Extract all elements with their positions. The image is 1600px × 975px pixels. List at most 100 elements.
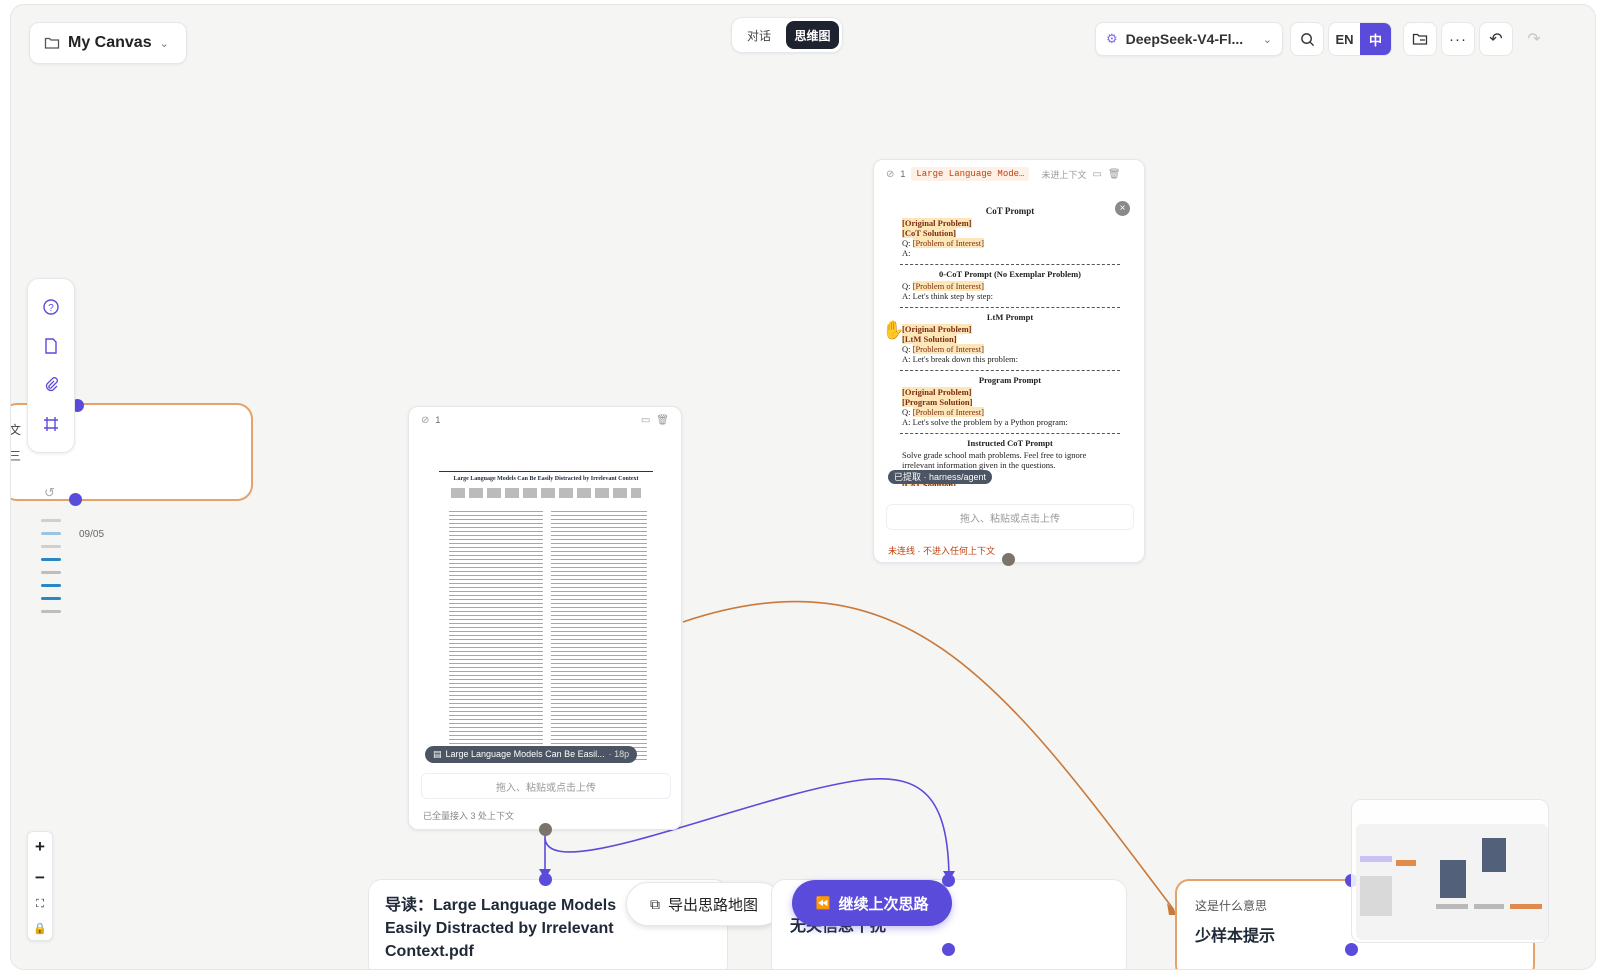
paper-authors [451, 488, 641, 498]
trash-icon[interactable]: 🗑 [656, 415, 669, 426]
minimap-node [1440, 860, 1466, 898]
attach-count: 1 [435, 415, 441, 425]
image-line: [Original Problem] [902, 324, 972, 334]
connection-handle[interactable] [942, 874, 955, 887]
undo-button[interactable]: ↶ [1479, 22, 1513, 56]
pdf-card[interactable]: ⊘ 1 ▭ 🗑 Large Language Models Can Be Eas… [408, 406, 682, 830]
timeline-tick[interactable] [41, 545, 61, 548]
open-folder-button[interactable] [1403, 22, 1437, 56]
fit-view-icon[interactable]: ⛶ [36, 898, 44, 911]
connection-handle[interactable] [539, 873, 552, 886]
continue-button-label: 继续上次思路 [838, 895, 929, 913]
close-icon[interactable]: × [1115, 201, 1130, 216]
timeline-tick[interactable] [41, 519, 61, 522]
search-button[interactable] [1290, 22, 1324, 56]
attach-count: 1 [900, 169, 906, 179]
paperclip-icon[interactable] [42, 376, 60, 394]
help-icon[interactable]: ? [42, 298, 60, 316]
minimap-node [1360, 876, 1392, 916]
file-chip-name: Large Language Models Can Be Easil... [445, 749, 605, 759]
cot-image-card[interactable]: ⊘ 1 Large Language Mode… 未进上下文 ▭ 🗑 × CoT… [873, 159, 1145, 563]
view-toggle: 对话 思维图 [731, 17, 843, 53]
paper-column-left [449, 511, 543, 761]
document-icon[interactable] [42, 337, 60, 355]
image-line: [Problem of Interest] [912, 238, 984, 248]
minimap-node [1436, 904, 1468, 909]
continue-thinking-button[interactable]: ⏪ 继续上次思路 [792, 880, 952, 926]
canvas[interactable]: My Canvas ⌄ 对话 思维图 ⚙ DeepSeek-V4-Fl... ⌄… [10, 4, 1596, 970]
tab-chat[interactable]: 对话 [735, 21, 783, 49]
zoom-in-button[interactable]: + [35, 837, 45, 857]
file-chip[interactable]: ▤ Large Language Models Can Be Easil... … [425, 746, 638, 763]
connection-handle[interactable] [1002, 553, 1015, 566]
canvas-menu-button[interactable]: My Canvas ⌄ [29, 22, 187, 64]
tab-mindmap[interactable]: 思维图 [786, 21, 839, 49]
image-line: A: Let's solve the problem by a Python p… [902, 417, 1068, 427]
minimap-node [1396, 860, 1416, 866]
svg-text:?: ? [48, 303, 54, 314]
more-button[interactable]: ··· [1441, 22, 1475, 56]
timeline-tick[interactable] [41, 532, 61, 535]
zoom-controls: + − ⛶ 🔒 [27, 831, 53, 941]
edge-pdf-to-question [682, 600, 1175, 911]
file-chip-pages: · 18p [608, 749, 630, 759]
redo-button[interactable]: ↷ [1517, 22, 1551, 56]
frame-icon[interactable] [42, 415, 60, 433]
paperclip-icon: ⊘ [421, 414, 430, 426]
book-icon[interactable]: ▭ [641, 415, 650, 426]
chevron-down-icon: ⌄ [1262, 33, 1272, 46]
timeline-tick[interactable] [41, 558, 61, 561]
export-mindmap-button[interactable]: ⧉ 导出思路地图 [626, 882, 782, 926]
connection-handle[interactable] [1345, 943, 1358, 956]
timeline-tick[interactable] [41, 597, 61, 600]
rewind-icon: ⏪ [815, 896, 831, 910]
canvas-menu-label: My Canvas [68, 34, 152, 51]
extracted-tag[interactable]: 已提取 · harness/agent [888, 470, 993, 484]
lang-en-button[interactable]: EN [1329, 23, 1360, 55]
image-line: [Problem of Interest] [912, 344, 984, 354]
section-heading: Instructed CoT Prompt [967, 438, 1053, 448]
guide-node-title: 导读：Large Language Models Easily Distract… [385, 897, 617, 960]
lock-icon[interactable]: 🔒 [33, 922, 47, 935]
folder-open-icon [1412, 33, 1428, 45]
timeline-tick[interactable] [41, 610, 61, 613]
image-line: A: Let's think step by step: [902, 291, 994, 301]
redo-icon: ↷ [1527, 31, 1541, 48]
model-select[interactable]: ⚙ DeepSeek-V4-Fl... ⌄ [1095, 22, 1283, 56]
pdf-preview: Large Language Models Can Be Easily Dist… [421, 443, 671, 765]
search-icon [1300, 32, 1314, 46]
left-node-fragment: 文 [10, 423, 22, 437]
image-line: A: [902, 248, 911, 258]
paper-title: Large Language Models Can Be Easily Dist… [439, 471, 653, 482]
export-button-label: 导出思路地图 [667, 896, 758, 914]
lang-zh-button[interactable]: 中 [1360, 23, 1391, 55]
more-icon: ··· [1449, 30, 1467, 48]
connection-handle[interactable] [69, 493, 82, 506]
section-heading: LtM Prompt [986, 312, 1034, 322]
trash-icon[interactable]: 🗑 [1108, 169, 1121, 180]
image-line: [Original Problem] [902, 387, 972, 397]
card-footer: 未连线 · 不进入任何上下文 [888, 546, 995, 556]
history-date: 09/05 [79, 529, 105, 540]
book-icon[interactable]: ▭ [1092, 169, 1101, 180]
card-footer: 已全量接入 3 处上下文 [423, 811, 515, 821]
history-icon[interactable]: ↺ [44, 485, 55, 501]
upload-dropzone[interactable]: 拖入、粘贴或点击上传 [886, 504, 1134, 530]
image-line: Q: [902, 407, 913, 417]
image-line: [Program Solution] [902, 397, 973, 407]
connection-handle[interactable] [942, 943, 955, 956]
minimap-node [1474, 904, 1504, 909]
chip-icon: ⚙ [1106, 31, 1118, 46]
upload-dropzone[interactable]: 拖入、粘贴或点击上传 [421, 773, 671, 799]
history-timeline [41, 519, 61, 623]
image-line: Q: [902, 281, 913, 291]
timeline-tick[interactable] [41, 571, 61, 574]
image-line: A: Let's break down this problem: [902, 354, 1019, 364]
image-line: [Problem of Interest] [912, 407, 984, 417]
timeline-tick[interactable] [41, 584, 61, 587]
zoom-out-button[interactable]: − [35, 868, 45, 888]
minimap[interactable] [1351, 799, 1549, 943]
image-line: [CoT Solution] [902, 228, 956, 238]
status-badge: 未进上下文 [1041, 169, 1087, 180]
connection-handle[interactable] [539, 823, 552, 836]
